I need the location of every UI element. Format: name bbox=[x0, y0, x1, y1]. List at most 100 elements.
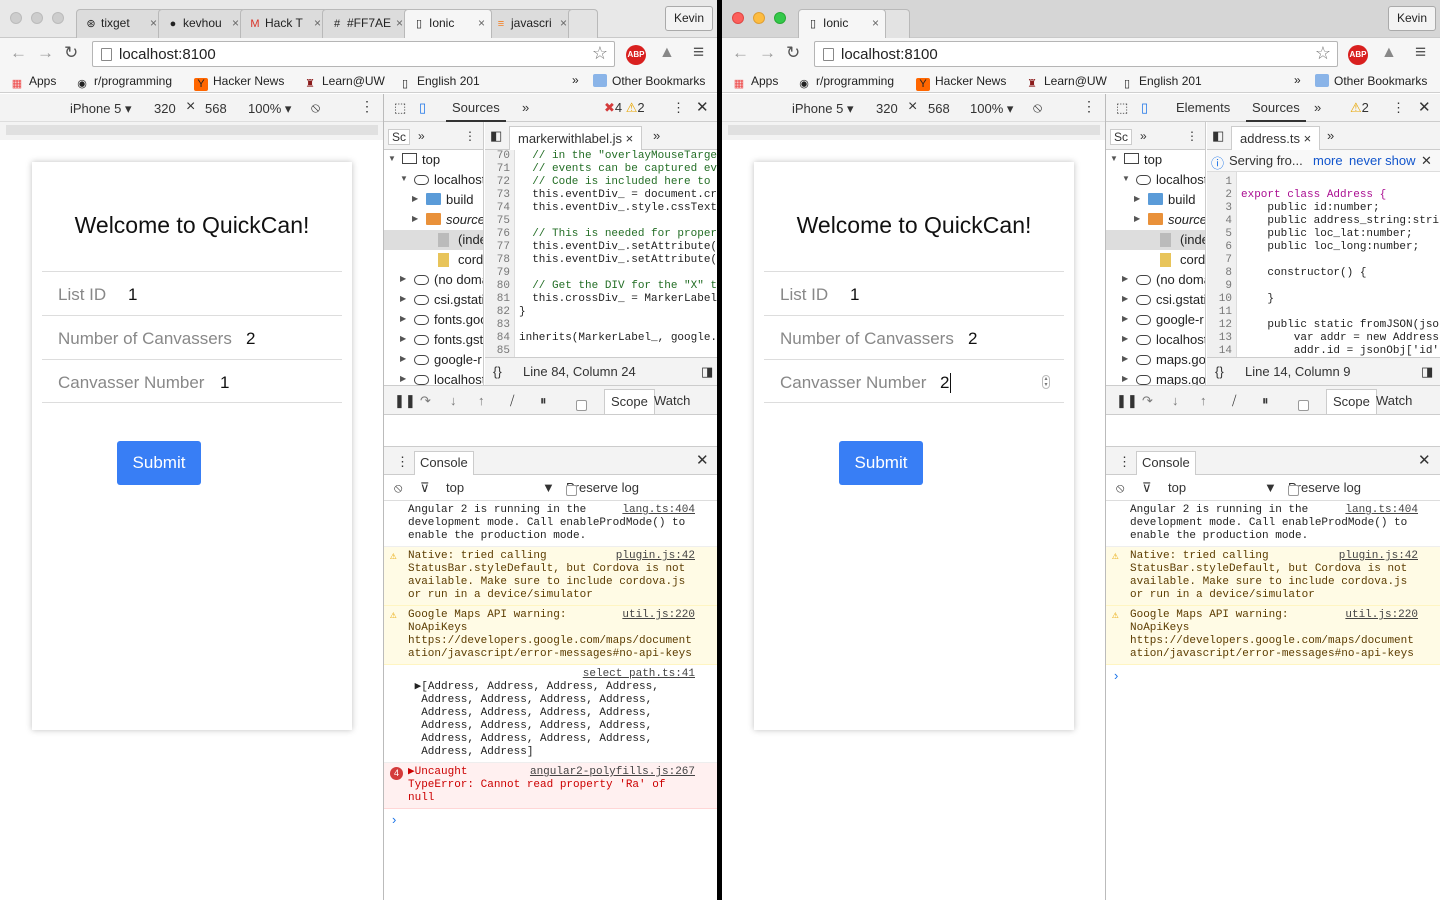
canvassers-value[interactable]: 2 bbox=[968, 329, 977, 349]
profile-button[interactable]: Kevin bbox=[1387, 6, 1436, 31]
disclosure-arrow-icon[interactable]: ▶ bbox=[400, 334, 406, 343]
context-dropdown-icon[interactable]: ▼ bbox=[1264, 480, 1277, 495]
info-more-link[interactable]: more bbox=[1313, 153, 1343, 168]
tab-watch[interactable]: Watch bbox=[648, 389, 696, 414]
tab-hack-t[interactable]: M Hack T × bbox=[240, 9, 328, 38]
step-out-icon[interactable]: ↑ bbox=[478, 393, 485, 408]
tab-sources[interactable]: Sources bbox=[446, 100, 506, 122]
source-link[interactable]: plugin.js:42 bbox=[616, 550, 695, 563]
disclosure-arrow-icon[interactable]: ▶ bbox=[400, 374, 406, 383]
profile-button[interactable]: Kevin bbox=[664, 6, 713, 31]
bookmark-english-201[interactable]: ▯ English 201 bbox=[398, 74, 480, 91]
canvasser-number-value[interactable]: 1 bbox=[220, 373, 229, 393]
menu-icon[interactable]: ≡ bbox=[693, 42, 704, 64]
back-arrow-icon[interactable]: ← bbox=[732, 44, 749, 62]
toggle-navigator-icon[interactable]: ◧ bbox=[1212, 128, 1224, 144]
tree-item[interactable]: ▶ csi.gstati bbox=[384, 290, 483, 310]
submit-button[interactable]: Submit bbox=[117, 441, 201, 485]
adblock-icon[interactable]: ABP bbox=[1348, 45, 1368, 65]
console-prompt[interactable]: › bbox=[1106, 665, 1440, 687]
device-select[interactable]: iPhone 5 ▾ bbox=[70, 101, 131, 117]
rotate-icon[interactable]: ⦸ bbox=[311, 99, 320, 116]
forward-arrow-icon[interactable]: → bbox=[37, 44, 54, 62]
disclosure-arrow-icon[interactable]: ▶ bbox=[412, 194, 418, 203]
tree-item[interactable]: ▶ maps.go bbox=[1106, 350, 1205, 370]
tree-item[interactable]: ▼ localhost bbox=[384, 170, 483, 190]
deactivate-breakpoints-icon[interactable]: ⧸ bbox=[1232, 393, 1236, 409]
bookmark-r-programming[interactable]: ◉ r/programming bbox=[75, 74, 172, 91]
tab--ff7ae[interactable]: # #FF7AE × bbox=[322, 9, 410, 38]
disclosure-arrow-icon[interactable]: ▶ bbox=[412, 214, 418, 223]
close-infobar-icon[interactable]: ✕ bbox=[1421, 153, 1432, 169]
nav-menu-icon[interactable]: ⋮ bbox=[464, 129, 476, 143]
toggle-debugger-icon[interactable]: ◨ bbox=[701, 364, 713, 380]
filter-icon[interactable]: ⊽ bbox=[420, 480, 430, 496]
device-mode-icon[interactable]: ▯ bbox=[419, 100, 426, 116]
inspect-icon[interactable]: ⬚ bbox=[1116, 100, 1128, 116]
tab-console[interactable]: Console bbox=[414, 451, 474, 475]
minimize-window-button[interactable] bbox=[31, 12, 43, 24]
close-tab-icon[interactable]: × bbox=[232, 16, 239, 30]
reload-icon[interactable]: ↻ bbox=[786, 44, 800, 62]
minimize-window-button[interactable] bbox=[753, 12, 765, 24]
deactivate-breakpoints-icon[interactable]: ⧸ bbox=[510, 393, 514, 409]
more-panels-icon[interactable]: » bbox=[1314, 100, 1321, 115]
zoom-select[interactable]: 100% ▾ bbox=[970, 101, 1013, 117]
list-id-value[interactable]: 1 bbox=[850, 285, 859, 305]
source-link[interactable]: select path.ts:41 bbox=[583, 668, 695, 681]
address-bar[interactable]: localhost:8100 ☆ bbox=[814, 41, 1338, 67]
drive-icon[interactable]: ▲ bbox=[1381, 44, 1397, 62]
context-dropdown-icon[interactable]: ▼ bbox=[542, 480, 555, 495]
close-tab-icon[interactable]: × bbox=[626, 131, 634, 146]
pause-icon[interactable]: ❚❚ bbox=[1116, 393, 1138, 409]
tree-item[interactable]: ▶ build bbox=[1106, 190, 1205, 210]
toggle-debugger-icon[interactable]: ◨ bbox=[1421, 364, 1433, 380]
canvasser-number-row[interactable]: Canvasser Number 1 bbox=[42, 359, 342, 403]
tab-sources[interactable]: Sources bbox=[1246, 100, 1306, 122]
source-link[interactable]: util.js:220 bbox=[1345, 609, 1418, 622]
drawer-menu-icon[interactable]: ⋮ bbox=[1118, 454, 1131, 470]
bookmarks-overflow-icon[interactable]: » bbox=[1294, 73, 1301, 87]
pause-icon[interactable]: ❚❚ bbox=[394, 393, 416, 409]
close-tab-icon[interactable]: × bbox=[396, 16, 403, 30]
pause-on-exceptions-icon[interactable]: ⏸ bbox=[1262, 393, 1269, 409]
tab-ionic[interactable]: ▯ Ionic × bbox=[798, 9, 886, 38]
more-panels-icon[interactable]: » bbox=[522, 100, 529, 115]
clear-console-icon[interactable]: ⦸ bbox=[394, 480, 402, 496]
inspect-icon[interactable]: ⬚ bbox=[394, 100, 406, 116]
other-bookmarks[interactable]: Other Bookmarks bbox=[593, 74, 705, 88]
disclosure-arrow-icon[interactable]: ▼ bbox=[1122, 174, 1130, 183]
tree-item[interactable]: ▶ (no doma bbox=[1106, 270, 1205, 290]
submit-button[interactable]: Submit bbox=[839, 441, 923, 485]
disclosure-arrow-icon[interactable]: ▶ bbox=[400, 354, 406, 363]
bookmark-star-icon[interactable]: ☆ bbox=[1315, 43, 1331, 64]
pretty-print-icon[interactable]: {} bbox=[493, 364, 502, 379]
forward-arrow-icon[interactable]: → bbox=[759, 44, 776, 62]
canvassers-row[interactable]: Number of Canvassers 2 bbox=[42, 315, 342, 359]
disclosure-arrow-icon[interactable]: ▶ bbox=[1122, 354, 1128, 363]
bookmarks-overflow-icon[interactable]: » bbox=[572, 73, 579, 87]
tree-item[interactable]: (index) bbox=[1106, 230, 1205, 250]
close-devtools-icon[interactable]: ✕ bbox=[1418, 98, 1431, 116]
nav-menu-icon[interactable]: ⋮ bbox=[1186, 129, 1198, 143]
tree-item[interactable]: ▶ fonts.gst bbox=[384, 330, 483, 350]
step-into-icon[interactable]: ↓ bbox=[450, 393, 457, 408]
bookmark-english-201[interactable]: ▯ English 201 bbox=[1120, 74, 1202, 91]
canvassers-row[interactable]: Number of Canvassers 2 bbox=[764, 315, 1064, 359]
step-over-icon[interactable]: ↷ bbox=[420, 393, 431, 409]
disclosure-arrow-icon[interactable]: ▶ bbox=[1122, 314, 1128, 323]
pretty-print-icon[interactable]: {} bbox=[1215, 364, 1224, 379]
source-link[interactable]: lang.ts:404 bbox=[1345, 504, 1418, 517]
disclosure-arrow-icon[interactable]: ▼ bbox=[1110, 154, 1118, 163]
tree-item[interactable]: ▼ top bbox=[384, 150, 483, 170]
info-never-show-link[interactable]: never show bbox=[1349, 153, 1415, 168]
rotate-icon[interactable]: ⦸ bbox=[1033, 99, 1042, 116]
bookmark-apps[interactable]: ▦ Apps bbox=[732, 74, 779, 91]
error-counter[interactable]: ✖4 ⚠2 bbox=[604, 100, 645, 116]
context-select[interactable]: top bbox=[1168, 480, 1186, 495]
reload-icon[interactable]: ↻ bbox=[64, 44, 78, 62]
tree-item[interactable]: ▶ localhost bbox=[1106, 330, 1205, 350]
devtools-menu-icon[interactable]: ⋮ bbox=[1392, 100, 1405, 116]
pause-on-exceptions-icon[interactable]: ⏸ bbox=[540, 393, 547, 409]
new-tab-button[interactable] bbox=[568, 9, 598, 38]
